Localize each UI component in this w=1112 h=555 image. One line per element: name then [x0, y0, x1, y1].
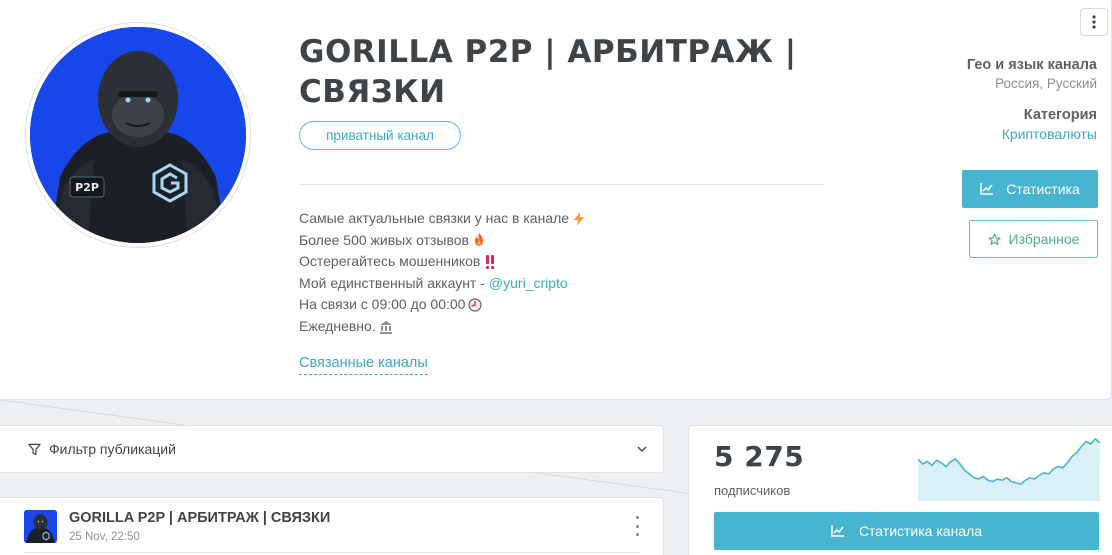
- statistics-button[interactable]: Статистика: [962, 170, 1098, 208]
- channel-avatar: P2P: [25, 22, 251, 248]
- fire-icon: [472, 233, 486, 247]
- description-text: Ежедневно.: [299, 317, 376, 334]
- description-text: Более 500 живых отзывов: [299, 231, 469, 248]
- geo-language-block: Гео и язык канала Россия, Русский: [967, 57, 1097, 91]
- subscriber-count: 5 275: [714, 440, 805, 473]
- double-exclamation-icon: [483, 254, 497, 269]
- post-date: 25 Nov, 22:50: [69, 531, 140, 543]
- description-text: Остерегайтесь мошенников: [299, 253, 481, 270]
- description-line: Самые актуальные связки у нас в канале: [299, 208, 586, 230]
- gorilla-avatar-image: P2P: [30, 27, 246, 243]
- subscribers-stats-card: 5 275 подписчиков Статистика канала: [688, 425, 1112, 555]
- geo-language-value: Россия, Русский: [995, 76, 1097, 91]
- chart-line-icon: [831, 525, 844, 537]
- post-options-button[interactable]: [630, 516, 644, 536]
- more-options-button[interactable]: [1080, 8, 1108, 36]
- description-line: Остерегайтесь мошенников: [299, 251, 586, 273]
- subscriber-sparkline: [918, 437, 1100, 501]
- subscriber-label: подписчиков: [714, 483, 791, 498]
- channel-statistics-button[interactable]: Статистика канала: [714, 512, 1099, 550]
- related-channels-link[interactable]: Связанные каналы: [299, 354, 428, 375]
- channel-statistics-label: Статистика канала: [858, 523, 983, 539]
- description-line: Более 500 живых отзывов: [299, 230, 586, 252]
- publication-filter[interactable]: Фильтр публикаций: [0, 425, 664, 473]
- post-channel-avatar: [24, 510, 57, 543]
- star-icon: [988, 232, 1001, 245]
- chevron-down-icon[interactable]: [637, 446, 647, 453]
- avatar-logo-text: P2P: [75, 181, 99, 194]
- channel-title: GORILLA P2P | АРБИТРАЖ | СВЯЗКИ: [299, 34, 797, 110]
- description-line: Мой единственный аккаунт - @yuri_cripto: [299, 273, 586, 295]
- filter-icon: [28, 443, 41, 455]
- post-channel-name[interactable]: GORILLA P2P | АРБИТРАЖ | СВЯЗКИ: [69, 510, 330, 526]
- bank-icon: [379, 320, 393, 334]
- account-link[interactable]: @yuri_cripto: [489, 273, 568, 295]
- post-divider: [24, 552, 640, 553]
- description-line: Ежедневно.: [299, 316, 586, 338]
- private-channel-badge: приватный канал: [299, 121, 461, 150]
- vertical-dots-icon: [1092, 15, 1096, 29]
- geo-language-title: Гео и язык канала: [966, 57, 1097, 73]
- channel-header-card: P2P GORILLA P2P | АРБИТРАЖ | СВЯЗКИ прив…: [0, 0, 1112, 400]
- sparkline-area: [918, 439, 1100, 501]
- description-text: Мой единственный аккаунт -: [299, 274, 485, 291]
- statistics-button-label: Статистика: [1006, 181, 1080, 197]
- favorite-button[interactable]: Избранное: [969, 220, 1098, 258]
- lightning-icon: [572, 211, 586, 226]
- post-card: GORILLA P2P | АРБИТРАЖ | СВЯЗКИ 25 Nov, …: [0, 497, 664, 555]
- header-divider: [299, 184, 824, 185]
- description-text: Самые актуальные связки у нас в канале: [299, 210, 570, 226]
- category-block: Категория Криптовалюты: [1002, 107, 1097, 142]
- category-title: Категория: [1023, 107, 1097, 123]
- description-line: На связи с 09:00 до 00:00: [299, 294, 586, 316]
- category-link[interactable]: Криптовалюты: [1002, 126, 1097, 142]
- chart-line-icon: [980, 183, 994, 195]
- publication-filter-label: Фильтр публикаций: [49, 441, 176, 457]
- description-text: На связи с 09:00 до 00:00: [299, 296, 466, 313]
- favorite-button-label: Избранное: [1008, 231, 1080, 247]
- channel-description: Самые актуальные связки у нас в канале Б…: [299, 208, 586, 338]
- clock-icon: [468, 298, 483, 312]
